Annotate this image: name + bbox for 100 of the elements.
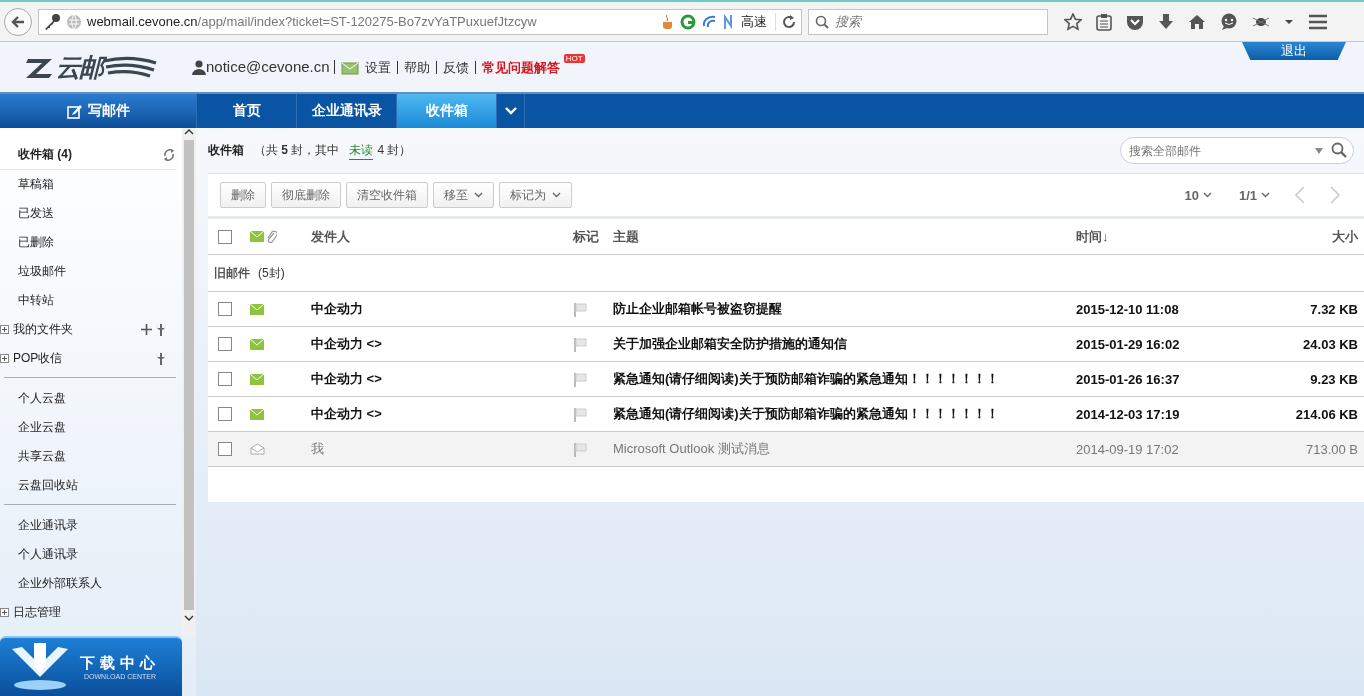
arrow-icon [10, 13, 26, 30]
checkbox[interactable] [218, 372, 232, 386]
logo: 云邮 [26, 50, 158, 84]
header-link[interactable]: 设置 [358, 60, 397, 74]
column-header[interactable]: 时间↓ [1076, 227, 1256, 246]
addon-icon [680, 13, 696, 30]
chevron-icon [552, 192, 561, 198]
user-email: notice@cevone.cn [206, 60, 335, 74]
action-button[interactable]: 彻底删除 [271, 182, 341, 208]
logout-button[interactable]: 退出 [1242, 42, 1346, 60]
unread-link[interactable]: 未读 [349, 141, 374, 160]
checkbox[interactable] [218, 442, 232, 456]
clipboard-icon[interactable] [1096, 12, 1112, 31]
chat-icon[interactable] [1220, 12, 1238, 31]
subject-cell[interactable]: 关于加强企业邮箱安全防护措施的通知信 [613, 335, 1076, 353]
add-icon[interactable] [141, 324, 152, 335]
sidebar-item[interactable]: 云盘回收站 [4, 471, 176, 500]
sender-cell-text: 我 [311, 440, 325, 458]
sender-cell-text: 中企动力 [311, 300, 364, 318]
time-cell-text: 2015-01-26 16:37 [1076, 371, 1181, 387]
hot-badge: HOT [563, 53, 585, 63]
folder-title: 收件箱 [208, 142, 244, 159]
subject-cell[interactable]: Microsoft Outlook 测试消息 [613, 440, 1076, 458]
menu-icon[interactable] [1308, 13, 1328, 30]
sidebar-item[interactable]: 个人通讯录 [4, 540, 176, 569]
subject-cell[interactable]: 防止企业邮箱帐号被盗窃提醒 [613, 300, 1076, 318]
chevron-icon [1202, 192, 1212, 198]
chevron-icon [1261, 192, 1270, 198]
header-link[interactable]: 帮助 [396, 60, 436, 74]
search-icon[interactable] [1331, 142, 1347, 158]
menu-button[interactable]: 标记为 [499, 182, 572, 208]
sidebar-item[interactable]: 已发送 [4, 199, 176, 228]
chevron-icon [474, 192, 483, 198]
chevron-icon [504, 107, 517, 115]
reload-icon[interactable] [781, 13, 797, 30]
checkbox[interactable] [218, 229, 232, 244]
sidebar-item[interactable]: 企业通讯录 [4, 511, 176, 540]
caret-icon[interactable] [1284, 17, 1294, 26]
group-count: (5封) [258, 264, 285, 282]
action-button[interactable]: 删除 [220, 182, 266, 208]
scrollbar-thumb[interactable] [184, 140, 194, 610]
checkbox[interactable] [218, 337, 232, 351]
column-header[interactable]: 主题 [613, 227, 1076, 246]
sidebar-item[interactable]: POP收信 [0, 344, 176, 373]
url-text[interactable]: webmail.cevone.cn/app/mail/index?ticket=ST-120275-Bo7zvYaTPuxuefJtzcyw [87, 14, 656, 29]
back-button[interactable] [4, 7, 32, 36]
column-header[interactable]: 标记 [573, 227, 613, 246]
page-size-select[interactable]: 10 [1184, 187, 1212, 203]
sidebar-item[interactable]: 我的文件夹 [0, 315, 176, 344]
user-icon [192, 59, 206, 75]
pocket-icon[interactable] [1126, 13, 1144, 30]
sidebar-item[interactable]: 个人云盘 [4, 384, 176, 413]
expand-icon[interactable] [0, 325, 9, 334]
speed-label[interactable]: 高速 [741, 12, 776, 31]
subject-cell[interactable]: 紧急通知(请仔细阅读)关于预防邮箱诈骗的紧急通知！！！！！！！ [613, 370, 1076, 388]
sidebar-item[interactable]: 已删除 [4, 228, 176, 257]
mail-search-field[interactable]: 搜索全部邮件 [1120, 137, 1354, 164]
sender-cell-text: 中企动力 <> [311, 335, 383, 353]
expand-icon[interactable] [0, 354, 9, 363]
scroll-up-icon[interactable] [184, 128, 194, 136]
expand-icon[interactable] [0, 608, 9, 617]
compose-button[interactable]: 写邮件 [0, 94, 197, 128]
column-header[interactable]: 发件人 [311, 227, 573, 246]
subject-cell[interactable]: 紧急通知(请仔细阅读)关于预防邮箱诈骗的紧急通知！！！！！！！ [613, 405, 1076, 423]
action-button[interactable]: 清空收件箱 [346, 182, 428, 208]
size-cell: 7.32 KB [1310, 301, 1358, 317]
sidebar-item[interactable]: 垃圾邮件 [4, 257, 176, 286]
sidebar-item[interactable]: 日志管理 [0, 598, 176, 627]
time-cell-text: 2014-12-03 17:19 [1076, 406, 1181, 422]
checkbox[interactable] [218, 407, 232, 421]
menu-button[interactable]: 移至 [433, 182, 494, 208]
star-icon[interactable] [1064, 12, 1082, 31]
sidebar-item[interactable]: 共享云盘 [4, 442, 176, 471]
wave-icon [701, 13, 717, 30]
wrench-icon[interactable] [156, 323, 166, 336]
group-label: 旧邮件 [214, 264, 250, 282]
page-select[interactable]: 1/1 [1238, 187, 1270, 203]
cup-icon [661, 13, 675, 30]
globe-icon [66, 13, 82, 30]
mail-summary: （共 5 封，其中 [254, 142, 340, 159]
sidebar-item[interactable]: 草稿箱 [4, 170, 176, 199]
wrench-icon[interactable] [156, 352, 166, 365]
mail-summary: 4 封） [377, 142, 412, 159]
size-cell: 214.06 KB [1295, 406, 1358, 422]
refresh-icon[interactable] [162, 147, 176, 162]
scroll-down-icon[interactable] [184, 614, 194, 622]
mail-icon [250, 231, 264, 242]
home-icon[interactable] [1188, 13, 1206, 30]
header-link[interactable]: 反馈 [435, 60, 475, 74]
column-header[interactable]: 大小 [1332, 227, 1358, 246]
search-icon [815, 14, 829, 29]
sidebar-item[interactable]: 中转站 [4, 286, 176, 315]
sidebar-item[interactable]: 企业云盘 [4, 413, 176, 442]
size-cell: 24.03 KB [1303, 336, 1358, 352]
time-cell-text: 2014-09-19 17:02 [1076, 441, 1180, 457]
checkbox[interactable] [218, 302, 232, 316]
sidebar-item[interactable]: 企业外部联系人 [4, 569, 176, 598]
search-field[interactable]: 搜索 [808, 8, 1048, 35]
edit-icon [66, 103, 82, 119]
download-icon[interactable] [1158, 12, 1174, 31]
